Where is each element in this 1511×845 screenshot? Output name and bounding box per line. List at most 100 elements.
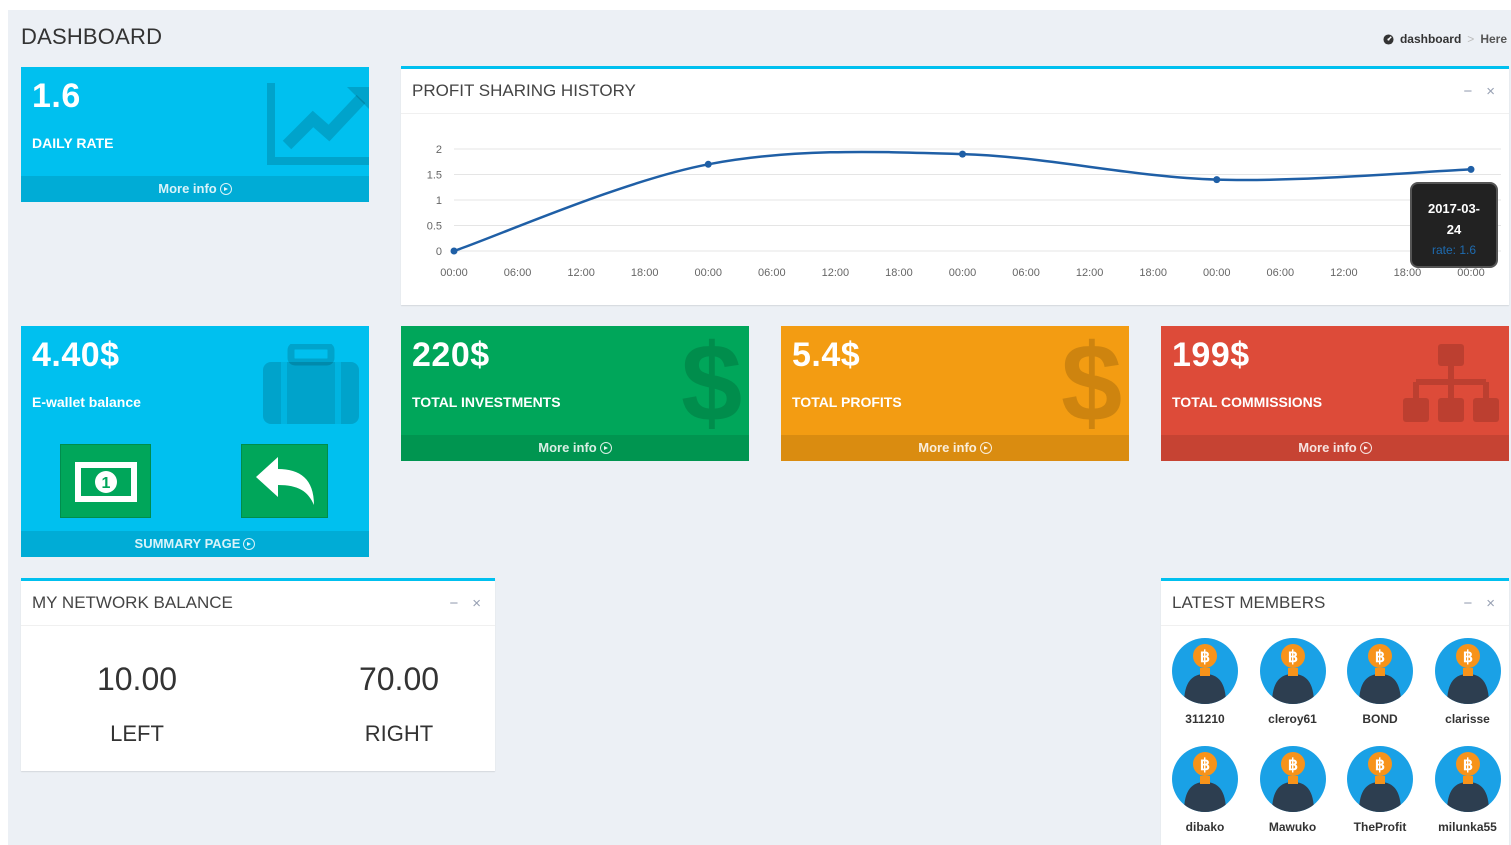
x-tick-label: 18:00	[1394, 267, 1422, 279]
panel-tools: − ×	[449, 595, 481, 612]
line-chart-icon	[267, 83, 369, 165]
member-name: clarisse	[1445, 712, 1490, 726]
network-left-value: 10.00	[96, 661, 178, 697]
panel-title: LATEST MEMBERS	[1172, 593, 1326, 612]
arrow-circle-right-icon	[979, 442, 992, 454]
svg-text:฿: ฿	[1375, 649, 1385, 666]
member-item[interactable]: ฿ cleroy61	[1253, 638, 1333, 726]
bitcoin-avatar-icon: ฿	[1184, 752, 1226, 812]
member-avatar: ฿	[1347, 638, 1413, 704]
bitcoin-avatar-icon: ฿	[1271, 644, 1314, 704]
member-item[interactable]: ฿ TheProfit	[1340, 746, 1420, 834]
x-tick-label: 06:00	[1012, 267, 1040, 279]
y-tick-label: 1	[436, 195, 442, 207]
member-item[interactable]: ฿ clarisse	[1428, 638, 1508, 726]
network-balance-panel: MY NETWORK BALANCE − × 10.00 LEFT 70.00 …	[21, 578, 495, 771]
dollar-icon: $	[681, 326, 743, 445]
panel-title: PROFIT SHARING HISTORY	[412, 81, 636, 100]
member-item[interactable]: ฿ BOND	[1340, 638, 1420, 726]
total-investments-label: TOTAL INVESTMENTS	[412, 394, 561, 410]
panel-tools: − ×	[1463, 595, 1495, 612]
panel-header: PROFIT SHARING HISTORY − ×	[401, 69, 1509, 114]
panel-tools: − ×	[1463, 83, 1495, 100]
rate-data-point	[1213, 176, 1221, 184]
deposit-button[interactable]: 1	[60, 444, 151, 518]
tooltip-date-line1: 2017-03-	[1427, 201, 1481, 216]
daily-rate-value: 1.6	[32, 77, 81, 115]
money-bill-icon: 1	[75, 462, 137, 502]
breadcrumb-home-link[interactable]: dashboard	[1400, 32, 1461, 46]
investments-more-info-label: More info	[538, 440, 597, 455]
minimize-icon[interactable]: −	[1463, 83, 1472, 100]
bitcoin-avatar-icon: ฿	[1359, 752, 1401, 812]
member-avatar: ฿	[1259, 746, 1326, 812]
panel-header: LATEST MEMBERS − ×	[1161, 581, 1509, 626]
total-investments-box: $ 220$ TOTAL INVESTMENTS More info	[401, 326, 749, 461]
commissions-more-info-link[interactable]: More info	[1161, 435, 1509, 461]
daily-rate-more-info-label: More info	[158, 181, 217, 196]
investments-more-info-link[interactable]: More info	[401, 435, 749, 461]
member-item[interactable]: ฿ milunka55	[1428, 746, 1508, 834]
x-tick-label: 18:00	[885, 267, 913, 279]
close-icon[interactable]: ×	[472, 595, 481, 612]
member-avatar: ฿	[1434, 746, 1501, 812]
tooltip-series-value: rate: 1.6	[1431, 243, 1477, 257]
rate-data-point	[704, 160, 712, 168]
rate-data-point	[450, 247, 458, 255]
x-tick-label: 12:00	[1076, 267, 1104, 279]
minimize-icon[interactable]: −	[1463, 595, 1472, 612]
member-name: 311210	[1185, 712, 1225, 726]
y-tick-label: 0.5	[427, 221, 442, 233]
withdraw-button[interactable]	[241, 444, 328, 518]
close-icon[interactable]: ×	[1486, 595, 1495, 612]
member-item[interactable]: ฿ 311210	[1165, 638, 1245, 726]
x-tick-label: 00:00	[1457, 267, 1485, 279]
member-name: dibako	[1185, 820, 1225, 834]
tooltip-date: 2017-03- 24	[1412, 198, 1496, 240]
daily-rate-more-info-link[interactable]: More info	[21, 176, 369, 202]
member-item[interactable]: ฿ Mawuko	[1253, 746, 1333, 834]
dashboard-icon	[1383, 33, 1394, 45]
member-avatar: ฿	[1434, 638, 1501, 704]
y-tick-label: 0	[436, 246, 442, 258]
close-icon[interactable]: ×	[1486, 83, 1495, 100]
y-tick-label: 1.5	[427, 170, 442, 182]
x-tick-label: 00:00	[440, 267, 468, 279]
daily-rate-label: DAILY RATE	[32, 135, 114, 151]
reply-arrow-icon	[256, 457, 314, 505]
x-tick-label: 00:00	[949, 267, 977, 279]
svg-text:฿: ฿	[1200, 757, 1210, 774]
total-profits-label: TOTAL PROFITS	[792, 394, 902, 410]
briefcase-icon	[263, 344, 359, 424]
page-title: DASHBOARD	[21, 24, 163, 49]
member-avatar: ฿	[1172, 746, 1238, 812]
total-commissions-box: 199$ TOTAL COMMISSIONS More info	[1161, 326, 1509, 461]
breadcrumb: dashboard > Here	[1383, 32, 1507, 46]
arrow-circle-right-icon	[219, 183, 232, 195]
member-avatar: ฿	[1259, 638, 1326, 704]
member-item[interactable]: ฿ dibako	[1165, 746, 1245, 834]
panel-title: MY NETWORK BALANCE	[32, 593, 233, 612]
member-name: milunka55	[1438, 820, 1497, 834]
profits-more-info-link[interactable]: More info	[781, 435, 1129, 461]
x-tick-label: 00:00	[694, 267, 722, 279]
total-profits-box: $ 5.4$ TOTAL PROFITS More info	[781, 326, 1129, 461]
y-tick-label: 2	[436, 144, 442, 156]
arrow-circle-right-icon	[1359, 442, 1372, 454]
sitemap-icon	[1403, 344, 1499, 422]
chart-tooltip: 2017-03- 24 rate: 1.6	[1410, 182, 1498, 268]
arrow-circle-right-icon	[599, 442, 612, 454]
panel-header: MY NETWORK BALANCE − ×	[21, 581, 495, 626]
tooltip-date-line2: 24	[1446, 222, 1462, 237]
x-tick-label: 06:00	[504, 267, 532, 279]
minimize-icon[interactable]: −	[449, 595, 458, 612]
daily-rate-box: 1.6 DAILY RATE More info	[21, 67, 369, 202]
summary-page-link[interactable]: SUMMARY PAGE	[21, 531, 369, 557]
e-wallet-box: 4.40$ E-wallet balance 1 SUMMARY PAGE	[21, 326, 369, 557]
bitcoin-avatar-icon: ฿	[1184, 644, 1226, 704]
summary-page-label: SUMMARY PAGE	[134, 536, 241, 551]
svg-text:฿: ฿	[1375, 757, 1385, 774]
total-commissions-value: 199$	[1172, 336, 1250, 374]
total-commissions-label: TOTAL COMMISSIONS	[1172, 394, 1323, 410]
x-tick-label: 12:00	[567, 267, 595, 279]
